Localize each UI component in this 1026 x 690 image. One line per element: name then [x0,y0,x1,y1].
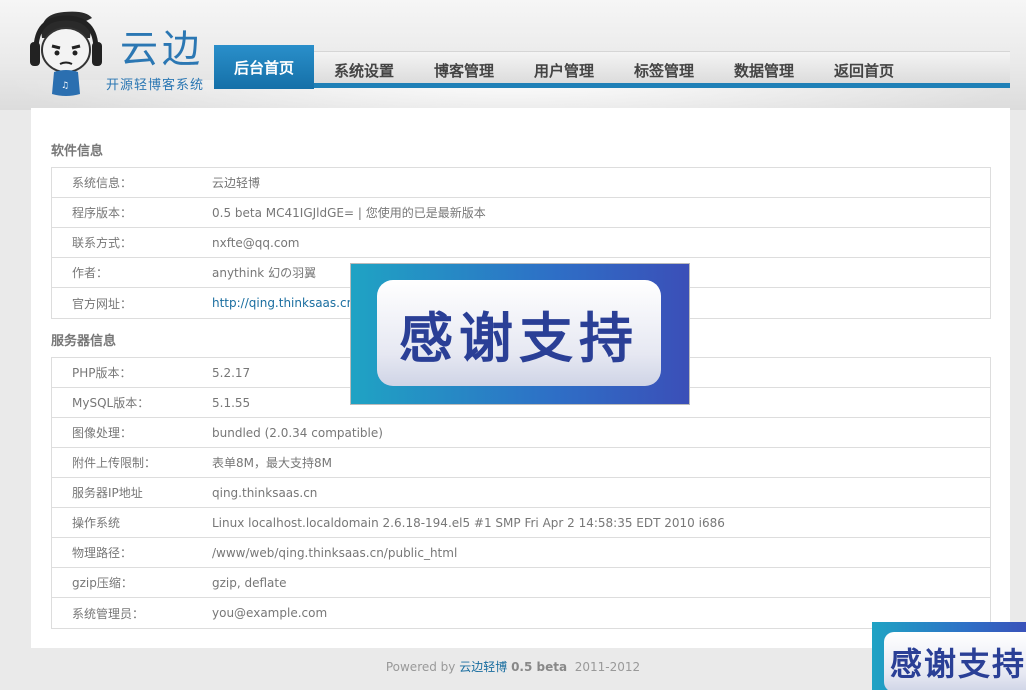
row-label: 系统信息： [72,176,133,190]
row-value: 5.2.17 [212,365,251,380]
row-label: 操作系统 [72,516,121,530]
nav-item-return-home[interactable]: 返回首页 [814,45,914,89]
table-row: 操作系统 Linux localhost.localdomain 2.6.18-… [52,508,990,538]
thanks-banner-small: 感谢支持 [872,622,1026,690]
thanks-banner-small-text: 感谢支持 [884,632,1026,690]
footer-years: 2011-2012 [574,660,641,674]
footer-version: 0.5 beta [511,660,568,674]
official-site-link[interactable]: http://qing.thinksaas.cn [212,296,354,310]
row-label: 服务器IP地址 [72,486,143,500]
logo-title: 云边 [120,27,205,71]
server-info-title: 服务器信息 [51,334,117,349]
nav-item-data-management[interactable]: 数据管理 [714,45,814,89]
row-label: 官方网址： [72,296,133,311]
table-row: 程序版本： 0.5 beta MC41IGJldGE= | 您使用的已是最新版本 [52,198,990,228]
row-label: MySQL版本： [72,396,150,410]
row-value: nxfte@qq.com [212,235,300,250]
row-value: 5.1.55 [212,395,251,410]
row-value: Linux localhost.localdomain 2.6.18-194.e… [212,515,725,530]
row-label: 图像处理： [72,426,133,440]
row-label: PHP版本： [72,366,132,380]
software-info-title: 软件信息 [51,144,104,159]
row-value: bundled (2.0.34 compatible) [212,425,383,440]
thanks-banner: 感谢支持 [350,263,690,405]
footer-powered: Powered by [385,660,456,674]
table-row: 物理路径： /www/web/qing.thinksaas.cn/public_… [52,538,990,568]
row-label: 系统管理员： [72,606,145,621]
table-row: 系统信息： 云边轻博 [52,168,990,198]
nav-item-user-management[interactable]: 用户管理 [514,45,614,89]
thanks-banner-text: 感谢支持 [377,280,661,386]
row-value: qing.thinksaas.cn [212,485,318,500]
logo-subtitle: 开源轻博客系统 [106,78,205,93]
row-value: http://qing.thinksaas.cn [212,296,354,310]
svg-text:♫: ♫ [61,81,69,91]
table-row: 服务器IP地址 qing.thinksaas.cn [52,478,990,508]
row-value: /www/web/qing.thinksaas.cn/public_html [212,545,458,560]
nav-item-tag-management[interactable]: 标签管理 [614,45,714,89]
mascot-icon: ♫ [30,11,102,96]
row-value: 云边轻博 [212,176,261,190]
table-row: 图像处理： bundled (2.0.34 compatible) [52,418,990,448]
row-label: 作者： [72,266,109,280]
footer-brand-link[interactable]: 云边轻博 [459,660,507,674]
row-value: gzip, deflate [212,575,287,590]
row-value: 0.5 beta MC41IGJldGE= | 您使用的已是最新版本 [212,206,486,220]
nav-item-system-settings[interactable]: 系统设置 [314,45,414,89]
row-value: you@example.com [212,606,328,620]
logo[interactable]: ♫ 云边 开源轻博客系统 [28,8,218,100]
table-row: 附件上传限制： 表单8M，最大支持8M [52,448,990,478]
table-row: 系统管理员： you@example.com [52,598,990,628]
row-label: gzip压缩： [72,576,133,590]
row-label: 物理路径： [72,546,133,560]
nav-item-blog-management[interactable]: 博客管理 [414,45,514,89]
table-row: gzip压缩： gzip, deflate [52,568,990,598]
row-value: 表单8M，最大支持8M [212,456,332,470]
row-label: 附件上传限制： [72,456,157,470]
nav-item-admin-home[interactable]: 后台首页 [214,45,314,89]
row-label: 联系方式： [72,236,133,250]
main-nav: 后台首页 系统设置 博客管理 用户管理 标签管理 数据管理 返回首页 [214,45,1010,89]
row-value: anythink 幻の羽翼 [212,266,317,280]
row-label: 程序版本： [72,206,133,220]
table-row: 联系方式： nxfte@qq.com [52,228,990,258]
